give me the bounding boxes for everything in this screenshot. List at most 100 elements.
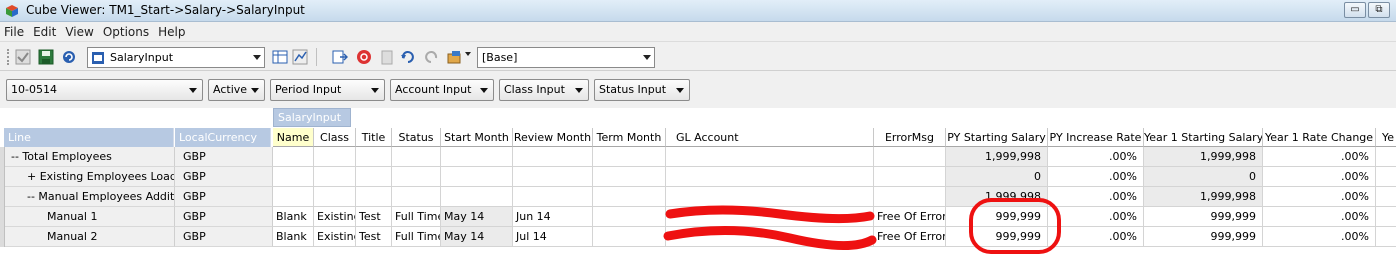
cell-year1-rate-change[interactable]: .00% [1263, 227, 1376, 247]
cell-py-starting-salary[interactable]: 0 [946, 167, 1048, 187]
cell-status[interactable]: Full Time [392, 227, 441, 247]
recalculate-icon[interactable] [60, 48, 78, 66]
col-header-status[interactable]: Status [392, 128, 441, 147]
cell-review-month[interactable]: Jun 14 [513, 207, 593, 227]
cell-errormsg[interactable] [874, 167, 946, 187]
restore-down-button[interactable]: ▭ [1344, 2, 1366, 18]
sandbox-icon[interactable] [446, 48, 464, 66]
cell-status[interactable] [392, 147, 441, 167]
cell-py-starting-salary[interactable]: 1,999,998 [946, 147, 1048, 167]
cell-py-increase-rate[interactable]: .00% [1048, 167, 1144, 187]
menu-view[interactable]: View [63, 22, 100, 41]
cell-py-increase-rate[interactable]: .00% [1048, 147, 1144, 167]
cell-term-month[interactable] [593, 227, 666, 247]
col-header-year1-starting-salary[interactable]: Year 1 Starting Salary [1144, 128, 1263, 147]
check-icon[interactable] [14, 48, 32, 66]
cell-year1-rate-change[interactable]: .00% [1263, 207, 1376, 227]
dimension-status-input-select[interactable]: Status Input [594, 79, 690, 101]
cell-py-starting-salary[interactable]: 1,999,998 [946, 187, 1048, 207]
col-header-title[interactable]: Title [356, 128, 392, 147]
cell-start-month[interactable] [441, 167, 513, 187]
slice-to-excel-icon[interactable] [271, 48, 289, 66]
menu-help[interactable]: Help [156, 22, 192, 41]
cell-year1-rate-change[interactable]: .00% [1263, 187, 1376, 207]
col-header-start-month[interactable]: Start Month [441, 128, 513, 147]
cell-gl-account[interactable] [666, 167, 874, 187]
cell-start-month[interactable] [441, 147, 513, 167]
cell-status[interactable]: Full Time [392, 207, 441, 227]
row-header-line[interactable]: -- Total Employees [5, 147, 175, 167]
col-header-name[interactable]: Name [273, 128, 314, 147]
cell-class[interactable] [314, 147, 356, 167]
cell-py-increase-rate[interactable]: .00% [1048, 187, 1144, 207]
cell-year1-rate-change[interactable]: .00% [1263, 147, 1376, 167]
view-name-select[interactable]: SalaryInput [87, 47, 265, 68]
cell-truncated[interactable] [1376, 167, 1396, 187]
cell-year1-starting-salary[interactable]: 0 [1144, 167, 1263, 187]
cell-year1-starting-salary[interactable]: 999,999 [1144, 207, 1263, 227]
row-header-line[interactable]: Manual 2 [5, 227, 175, 247]
cell-year1-rate-change[interactable]: .00% [1263, 167, 1376, 187]
cell-name[interactable] [273, 167, 314, 187]
cell-class[interactable]: Existing [314, 227, 356, 247]
cell-review-month[interactable] [513, 167, 593, 187]
row-header-currency[interactable]: GBP [175, 227, 273, 247]
cell-year1-starting-salary[interactable]: 1,999,998 [1144, 187, 1263, 207]
cell-year1-starting-salary[interactable]: 1,999,998 [1144, 147, 1263, 167]
cell-class[interactable]: Existing [314, 207, 356, 227]
cell-truncated[interactable] [1376, 187, 1396, 207]
cell-py-increase-rate[interactable]: .00% [1048, 227, 1144, 247]
col-header-py-increase-rate[interactable]: PY Increase Rate [1048, 128, 1144, 147]
cell-title[interactable] [356, 187, 392, 207]
redo-icon[interactable] [422, 48, 440, 66]
dimension-employee-select[interactable]: 10-0514 [6, 79, 203, 101]
cell-start-month[interactable]: May 14 [441, 207, 513, 227]
toolbar-grip[interactable] [7, 49, 10, 65]
dimension-status-select[interactable]: Active [208, 79, 265, 101]
row-dimension-currency[interactable]: LocalCurrency [175, 128, 271, 147]
cell-py-starting-salary[interactable]: 999,999 [946, 207, 1048, 227]
dimension-account-select[interactable]: Account Input [390, 79, 494, 101]
row-dimension-line[interactable]: Line [4, 128, 174, 147]
col-header-year1-truncated[interactable]: Ye [1376, 128, 1396, 147]
cell-py-starting-salary[interactable]: 999,999 [946, 227, 1048, 247]
cell-truncated[interactable] [1376, 147, 1396, 167]
cell-name[interactable] [273, 147, 314, 167]
col-header-gl-account[interactable]: GL Account [666, 128, 874, 147]
maximize-button[interactable]: ⧉ [1368, 2, 1390, 18]
cell-truncated[interactable] [1376, 207, 1396, 227]
cell-truncated[interactable] [1376, 227, 1396, 247]
cell-review-month[interactable]: Jul 14 [513, 227, 593, 247]
save-icon[interactable] [37, 48, 55, 66]
cell-py-increase-rate[interactable]: .00% [1048, 207, 1144, 227]
cell-errormsg[interactable]: Free Of Error [874, 227, 946, 247]
cell-term-month[interactable] [593, 187, 666, 207]
col-header-year1-rate-change[interactable]: Year 1 Rate Change [1263, 128, 1376, 147]
cell-gl-account[interactable] [666, 147, 874, 167]
row-header-line[interactable]: -- Manual Employees Additions [5, 187, 175, 207]
col-header-errormsg[interactable]: ErrorMsg [874, 128, 946, 147]
cell-title[interactable] [356, 147, 392, 167]
cell-review-month[interactable] [513, 187, 593, 207]
dimension-class-select[interactable]: Class Input [499, 79, 589, 101]
cell-review-month[interactable] [513, 147, 593, 167]
column-dimension-tag[interactable]: SalaryInput [273, 108, 351, 127]
cell-status[interactable] [392, 167, 441, 187]
col-header-review-month[interactable]: Review Month [513, 128, 593, 147]
row-header-currency[interactable]: GBP [175, 147, 273, 167]
cell-gl-account[interactable] [666, 227, 874, 247]
cell-start-month[interactable]: May 14 [441, 227, 513, 247]
menu-file[interactable]: File [2, 22, 31, 41]
cell-gl-account[interactable] [666, 207, 874, 227]
menu-edit[interactable]: Edit [31, 22, 63, 41]
row-header-line[interactable]: Manual 1 [5, 207, 175, 227]
row-header-currency[interactable]: GBP [175, 207, 273, 227]
row-header-currency[interactable]: GBP [175, 167, 273, 187]
col-header-py-starting-salary[interactable]: PY Starting Salary [946, 128, 1048, 147]
cell-name[interactable] [273, 187, 314, 207]
paste-icon[interactable] [378, 48, 396, 66]
row-header-currency[interactable]: GBP [175, 187, 273, 207]
cell-year1-starting-salary[interactable]: 999,999 [1144, 227, 1263, 247]
chart-icon[interactable] [291, 48, 309, 66]
cell-title[interactable]: Test [356, 207, 392, 227]
